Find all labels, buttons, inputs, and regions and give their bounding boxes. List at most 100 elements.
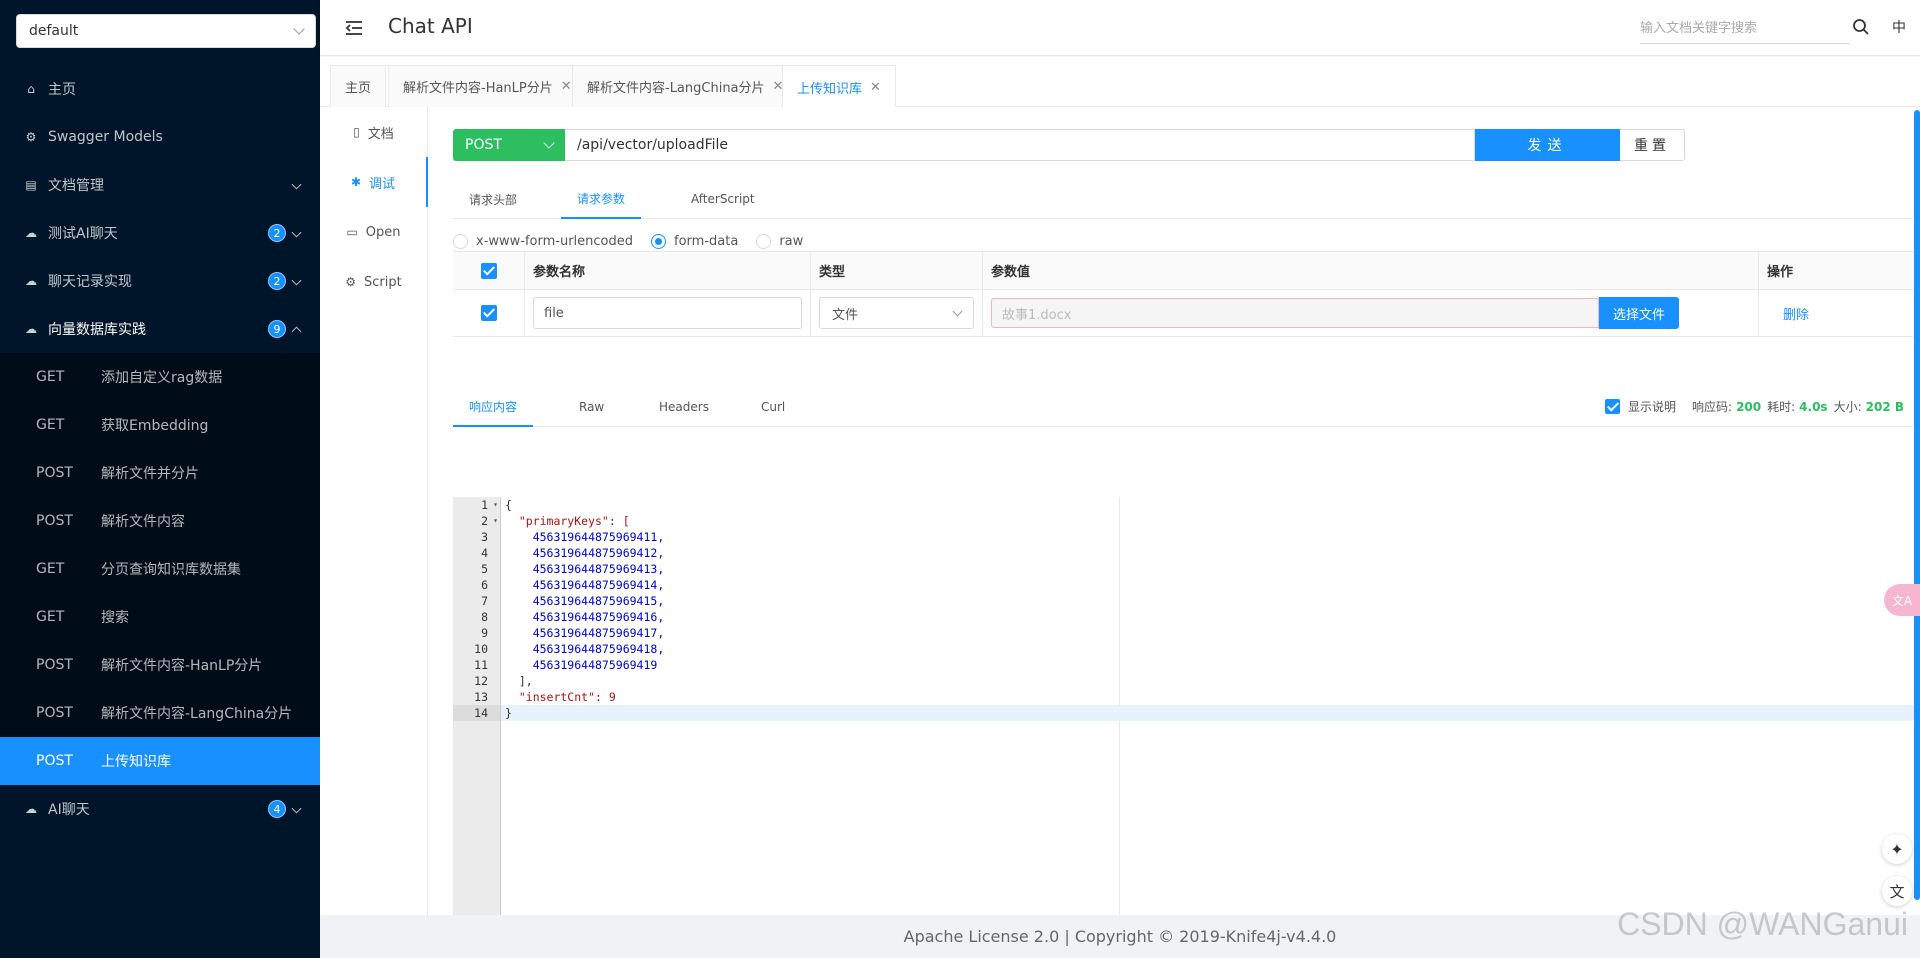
- sidebar-menu: ⌂ 主页 ⚙ Swagger Models ▤ 文档管理 ☁ 测试AI聊天 2 …: [0, 65, 320, 833]
- api-label: 解析文件内容-HanLP分片: [101, 658, 263, 674]
- delete-link[interactable]: 删除: [1783, 304, 1809, 323]
- api-item[interactable]: GET 获取Embedding: [0, 401, 320, 449]
- line-number: 3: [481, 530, 488, 544]
- api-item[interactable]: GET 搜索: [0, 593, 320, 641]
- app-title: Chat API: [388, 14, 473, 38]
- param-row: file 文件 故事1.docx 选择文件 删除: [453, 290, 1920, 337]
- reset-button[interactable]: 重置: [1620, 129, 1685, 161]
- sparkle-icon[interactable]: ✦: [1882, 834, 1912, 864]
- chevron-down-icon: [293, 23, 305, 35]
- param-type-select[interactable]: 文件: [819, 297, 974, 329]
- param-table: 参数名称 类型 参数值 操作 file 文件 故事1.docx 选择文件 删除: [453, 251, 1920, 337]
- api-method: GET: [36, 609, 65, 625]
- fold-arrow-icon[interactable]: ▾: [493, 497, 498, 513]
- body-type-radios: x-www-form-urlencoded form-data raw: [453, 229, 821, 253]
- code-line: 456319644875969416,: [505, 610, 665, 624]
- search-icon[interactable]: [1852, 18, 1870, 36]
- response-editor[interactable]: 1 ▾ 2 ▾ 3 4 5 6 7 8 9 10 11 12 13 14 { "…: [453, 390, 1920, 958]
- debug-icon: ✱: [350, 175, 362, 189]
- debug-panel: POST /api/vector/uploadFile 发送 重置 请求头部 请…: [429, 107, 1920, 958]
- cloud-icon: ☁: [25, 802, 37, 816]
- search-input[interactable]: [1640, 14, 1850, 44]
- tab-hanlp[interactable]: 解析文件内容-HanLP分片 ✕: [388, 65, 587, 107]
- api-label: 搜索: [101, 610, 129, 626]
- cloud-icon: ☁: [25, 226, 37, 240]
- home-icon: ⌂: [27, 82, 35, 96]
- tab-upload[interactable]: 上传知识库 ✕: [782, 65, 896, 108]
- radio-dot: [756, 233, 772, 249]
- code-line: {: [505, 498, 512, 512]
- tab-request-params[interactable]: 请求参数: [561, 179, 642, 219]
- document-icon: ▯: [353, 125, 360, 139]
- line-number: 1: [481, 498, 488, 512]
- scrollbar[interactable]: [1914, 110, 1920, 900]
- sidebar-item-doc-manage[interactable]: ▤ 文档管理: [0, 161, 320, 209]
- api-item[interactable]: POST 解析文件内容-HanLP分片: [0, 641, 320, 689]
- sidebar-item-test-ai-chat[interactable]: ☁ 测试AI聊天 2: [0, 209, 320, 257]
- close-icon[interactable]: ✕: [561, 79, 572, 94]
- code-line: 456319644875969418,: [505, 642, 665, 656]
- api-method: GET: [36, 369, 65, 385]
- sidebar-item-label: 主页: [48, 82, 76, 98]
- code-line: "primaryKeys": [: [505, 514, 630, 528]
- fold-arrow-icon[interactable]: ▾: [493, 513, 498, 529]
- api-item[interactable]: POST 解析文件内容: [0, 497, 320, 545]
- tab-label: 主页: [345, 81, 372, 96]
- translate-float-icon[interactable]: 文A: [1884, 584, 1920, 616]
- sidebar-item-swagger-models[interactable]: ⚙ Swagger Models: [0, 113, 320, 161]
- file-path-input[interactable]: 故事1.docx: [991, 298, 1599, 328]
- tab-home[interactable]: 主页: [330, 65, 387, 107]
- vtab-debug[interactable]: ✱ 调试: [320, 157, 428, 207]
- send-button[interactable]: 发送: [1475, 129, 1620, 161]
- sidebar-item-ai-chat[interactable]: ☁ AI聊天 4: [0, 785, 320, 833]
- sidebar-item-label: 测试AI聊天: [48, 226, 118, 242]
- url-input[interactable]: /api/vector/uploadFile: [565, 129, 1475, 161]
- api-label: 解析文件并分片: [101, 466, 199, 482]
- param-action-cell: 删除: [1759, 290, 1920, 336]
- vtab-doc[interactable]: ▯ 文档: [320, 107, 427, 157]
- code-line: 456319644875969412,: [505, 546, 665, 560]
- select-all-checkbox[interactable]: [480, 262, 497, 279]
- tab-afterscript[interactable]: AfterScript: [675, 179, 771, 219]
- line-number: 10: [474, 642, 488, 656]
- param-value-cell: 故事1.docx 选择文件: [983, 290, 1759, 336]
- vtab-open[interactable]: ▭ Open: [320, 207, 427, 257]
- api-item[interactable]: GET 添加自定义rag数据: [0, 353, 320, 401]
- close-icon[interactable]: ✕: [870, 80, 881, 95]
- menu-fold-icon[interactable]: [344, 18, 364, 38]
- radio-urlencoded[interactable]: x-www-form-urlencoded: [453, 233, 633, 249]
- sidebar-item-vector-db[interactable]: ☁ 向量数据库实践 9: [0, 305, 320, 353]
- choose-file-button[interactable]: 选择文件: [1599, 297, 1679, 329]
- radio-raw[interactable]: raw: [756, 233, 803, 249]
- api-label: 添加自定义rag数据: [101, 370, 223, 386]
- method-select[interactable]: POST: [453, 129, 565, 161]
- api-item[interactable]: GET 分页查询知识库数据集: [0, 545, 320, 593]
- radio-form-data[interactable]: form-data: [651, 233, 739, 249]
- line-number: 5: [481, 562, 488, 576]
- group-select[interactable]: default: [16, 14, 316, 48]
- tab-request-headers[interactable]: 请求头部: [453, 179, 533, 219]
- api-label: 解析文件内容-LangChina分片: [101, 706, 293, 722]
- radio-label: form-data: [674, 233, 739, 249]
- line-number: 14: [474, 706, 488, 720]
- translate-label: 文A: [1891, 593, 1913, 608]
- api-item-active[interactable]: POST 上传知识库: [0, 737, 320, 785]
- api-item[interactable]: POST 解析文件内容-LangChina分片: [0, 689, 320, 737]
- row-checkbox[interactable]: [480, 305, 497, 321]
- tab-langchina[interactable]: 解析文件内容-LangChina分片 ✕: [572, 65, 799, 107]
- sidebar-item-label: 聊天记录实现: [48, 274, 132, 290]
- api-item[interactable]: POST 解析文件并分片: [0, 449, 320, 497]
- param-name-input[interactable]: file: [533, 297, 802, 329]
- editor-gutter: 1 ▾ 2 ▾ 3 4 5 6 7 8 9 10 11 12 13 14: [453, 497, 501, 958]
- translate-icon[interactable]: 文: [1882, 876, 1912, 906]
- cloud-icon: ☁: [25, 322, 37, 336]
- api-method: POST: [36, 513, 73, 529]
- sidebar-item-label: 向量数据库实践: [48, 322, 146, 338]
- sidebar-item-chat-history[interactable]: ☁ 聊天记录实现 2: [0, 257, 320, 305]
- language-toggle[interactable]: 中: [1892, 17, 1906, 37]
- vtab-script[interactable]: ⚙ Script: [320, 257, 427, 307]
- line-number: 6: [481, 578, 488, 592]
- sidebar-item-home[interactable]: ⌂ 主页: [0, 65, 320, 113]
- col-header: 参数名称: [525, 252, 811, 289]
- vtab-label: Script: [364, 274, 402, 290]
